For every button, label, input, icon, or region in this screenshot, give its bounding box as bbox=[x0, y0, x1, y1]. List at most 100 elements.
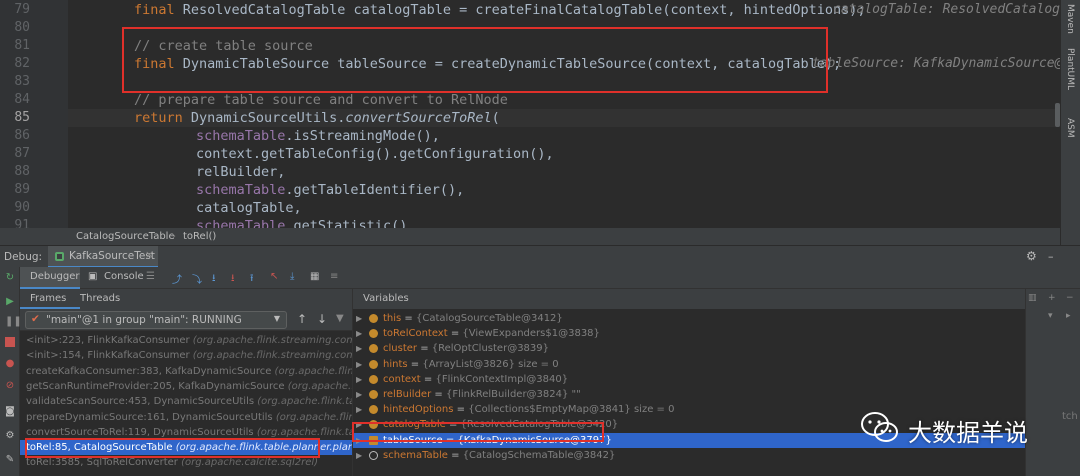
maven-tool[interactable]: Maven bbox=[1065, 4, 1075, 34]
expand-arrow-icon: ▶ bbox=[356, 390, 363, 399]
code-editor[interactable]: 79 80 81 82 83 84 85 86 87 88 89 90 91 final Resolve… bbox=[0, 0, 1080, 228]
step-into-icon[interactable]: ⭳ bbox=[212, 271, 216, 288]
evaluate-expression-icon[interactable]: ▦ bbox=[310, 271, 319, 282]
force-step-into-icon[interactable]: ⭳ bbox=[231, 271, 235, 288]
variable-row[interactable]: ▶ relBuilder = {FlinkRelBuilder@3824} "" bbox=[353, 387, 1025, 402]
code-line[interactable]: final ResolvedCatalogTable catalogTable … bbox=[134, 1, 866, 19]
add-icon[interactable]: + bbox=[1048, 293, 1056, 303]
arrow-up-icon[interactable]: ↑ bbox=[297, 312, 307, 326]
code-line[interactable]: // prepare table source and convert to R… bbox=[134, 91, 508, 109]
debug-actions-strip: ↻ ▶ ❚❚ ● ⊘ ◙ ⚙ ✎ bbox=[0, 267, 22, 476]
stop-icon[interactable] bbox=[5, 337, 15, 347]
stack-frame[interactable]: <init>:223, FlinkKafkaConsumer (org.apac… bbox=[26, 333, 352, 348]
breadcrumb-method[interactable]: toRel() bbox=[183, 231, 216, 242]
line-number[interactable]: 79 bbox=[0, 1, 30, 19]
console-icon: ▣ bbox=[88, 271, 98, 282]
stack-frame[interactable]: prepareDynamicSource:161, DynamicSourceU… bbox=[26, 410, 352, 425]
expand-arrow-icon: ▶ bbox=[356, 450, 363, 460]
watches-toolbar-icon[interactable]: ▥ bbox=[1028, 293, 1037, 303]
frame-location: <init>:223, FlinkKafkaConsumer bbox=[26, 335, 193, 346]
breadcrumb-class[interactable]: CatalogSourceTable bbox=[76, 231, 175, 242]
line-number[interactable]: 88 bbox=[0, 163, 30, 181]
frame-package: (org.apache.flink.streaming.connect bbox=[192, 350, 352, 362]
expand-icon[interactable]: ▾ bbox=[1048, 311, 1053, 321]
line-number[interactable]: 84 bbox=[0, 91, 30, 109]
asm-tool[interactable]: ASM bbox=[1065, 118, 1075, 138]
line-number[interactable]: 89 bbox=[0, 181, 30, 199]
stack-frame[interactable]: createKafkaConsumer:383, KafkaDynamicSou… bbox=[26, 364, 352, 379]
code-line[interactable]: schemaTable.getTableIdentifier(), bbox=[196, 181, 464, 199]
code-line[interactable]: catalogTable, bbox=[196, 199, 302, 217]
frame-location: createKafkaConsumer:383, KafkaDynamicSou… bbox=[26, 365, 275, 377]
bug-icon bbox=[55, 252, 64, 261]
line-number[interactable]: 81 bbox=[0, 37, 30, 55]
show-execution-point-icon[interactable]: ⤴ bbox=[172, 271, 182, 286]
collapse-icon[interactable]: ▸ bbox=[1066, 311, 1071, 321]
pin-icon[interactable]: ✎ bbox=[5, 455, 15, 465]
code-line[interactable]: relBuilder, bbox=[196, 163, 285, 181]
line-number[interactable]: 91 bbox=[0, 217, 30, 228]
frame-package: (org.apache.flink.s bbox=[287, 380, 352, 392]
step-out-icon[interactable]: ⭱ bbox=[250, 271, 254, 288]
line-number[interactable]: 87 bbox=[0, 145, 30, 163]
variable-row[interactable]: ▶ schemaTable = {CatalogSchemaTable@3842} bbox=[353, 448, 1025, 463]
code-line[interactable]: schemaTable.isStreamingMode(), bbox=[196, 127, 440, 145]
tab-debugger[interactable]: Debugger bbox=[20, 267, 80, 289]
variables-tree: ▶ this = {CatalogSourceTable@3412} ▶ toRelC… bbox=[353, 309, 1025, 476]
thread-selector-value: "main"@1 in group "main": RUNNING bbox=[46, 314, 242, 326]
frame-package: (org.apache.calcite.sql2rel) bbox=[181, 457, 319, 469]
run-to-cursor-icon[interactable]: ⤓ bbox=[290, 271, 294, 282]
frame-location: validateScanSource:453, DynamicSourceUti… bbox=[26, 396, 258, 408]
arrow-down-icon[interactable]: ↓ bbox=[317, 312, 327, 326]
highlight-box-variable bbox=[352, 422, 604, 442]
debug-toolwindow-header: Debug: KafkaSourceTest × ⚙ – bbox=[0, 245, 1080, 268]
filter-icon[interactable]: ▼ bbox=[336, 313, 344, 324]
trace-icon[interactable]: ≡ bbox=[330, 271, 338, 282]
variable-row[interactable]: ▶ cluster = {RelOptCluster@3839} bbox=[353, 341, 1025, 356]
breadcrumb-separator: › bbox=[172, 231, 176, 242]
pause-icon[interactable]: ❚❚ bbox=[5, 317, 22, 327]
step-over-icon[interactable]: ⤵ bbox=[192, 271, 202, 286]
tab-frames[interactable]: Frames bbox=[30, 293, 66, 304]
stack-frame[interactable]: getScanRuntimeProvider:205, KafkaDynamic… bbox=[26, 379, 352, 394]
variable-row[interactable]: ▶ toRelContext = {ViewExpanders$1@3838} bbox=[353, 326, 1025, 341]
expand-arrow-icon: ▶ bbox=[356, 329, 363, 339]
close-icon[interactable]: × bbox=[145, 249, 154, 261]
line-number[interactable]: 90 bbox=[0, 199, 30, 217]
expand-arrow-icon: ▶ bbox=[356, 374, 363, 384]
code-line[interactable]: return DynamicSourceUtils.convertSourceT… bbox=[134, 109, 500, 127]
variable-row[interactable]: ▶ context = {FlinkContextImpl@3840} bbox=[353, 372, 1025, 387]
line-number[interactable]: 86 bbox=[0, 127, 30, 145]
tab-debug-session[interactable]: KafkaSourceTest × bbox=[48, 246, 158, 268]
mute-breakpoints-icon[interactable]: ⊘ bbox=[5, 381, 15, 391]
resume-icon[interactable]: ▶ bbox=[5, 297, 15, 307]
field-icon bbox=[369, 405, 378, 415]
variable-row[interactable]: ▶ hints = {ArrayList@3826} size = 0 bbox=[353, 357, 1025, 372]
frame-location: getScanRuntimeProvider:205, KafkaDynamic… bbox=[26, 380, 288, 392]
camera-icon[interactable]: ◙ bbox=[5, 407, 15, 417]
wechat-icon bbox=[861, 412, 898, 442]
expand-arrow-icon: ▶ bbox=[356, 405, 363, 415]
line-number[interactable]: 82 bbox=[0, 55, 30, 73]
code-line[interactable]: context.getTableConfig().getConfiguratio… bbox=[196, 145, 554, 163]
stack-frame[interactable]: <init>:154, FlinkKafkaConsumer (org.apac… bbox=[26, 348, 352, 363]
view-breakpoints-icon[interactable]: ● bbox=[5, 359, 15, 369]
drop-frame-icon[interactable]: ↖ bbox=[270, 271, 278, 282]
thread-selector[interactable]: ✔ "main"@1 in group "main": RUNNING ▼ bbox=[25, 311, 287, 329]
plantuml-tool[interactable]: PlantUML bbox=[1065, 48, 1075, 90]
settings-icon[interactable]: ⚙ bbox=[5, 431, 15, 441]
menu-icon[interactable]: ☰ bbox=[146, 271, 155, 282]
link-icon bbox=[369, 450, 378, 460]
expand-arrow-icon: ▶ bbox=[356, 359, 363, 369]
line-number[interactable]: 83 bbox=[0, 73, 30, 91]
tab-threads[interactable]: Threads bbox=[80, 293, 120, 304]
code-line[interactable]: schemaTable.getStatistic() bbox=[196, 217, 407, 228]
remove-icon[interactable]: − bbox=[1066, 293, 1074, 303]
chevron-down-icon: ▼ bbox=[273, 314, 280, 323]
variable-row[interactable]: ▶ this = {CatalogSourceTable@3412} bbox=[353, 311, 1025, 326]
stack-frame[interactable]: validateScanSource:453, DynamicSourceUti… bbox=[26, 394, 352, 409]
line-number[interactable]: 85 bbox=[0, 109, 30, 127]
rerun-icon[interactable]: ↻ bbox=[5, 273, 15, 283]
line-number[interactable]: 80 bbox=[0, 19, 30, 37]
tab-console[interactable]: Console bbox=[104, 271, 144, 282]
